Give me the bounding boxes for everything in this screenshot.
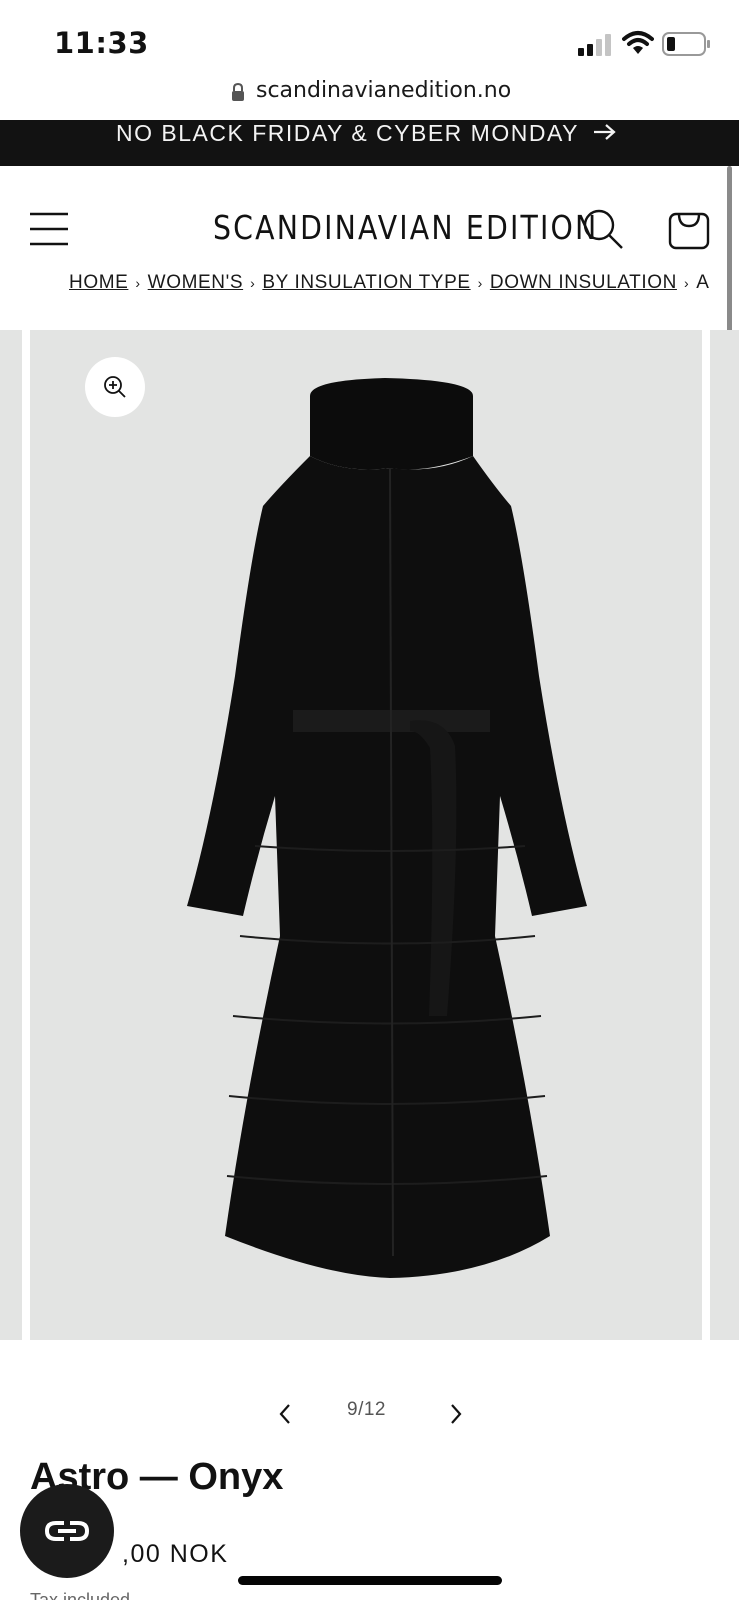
breadcrumb-separator: › — [135, 275, 141, 291]
breadcrumb-truncated-item: A — [696, 272, 710, 293]
announcement-text: NO BLACK FRIDAY & CYBER MONDAY — [116, 120, 579, 146]
breadcrumb-separator: › — [250, 275, 256, 291]
lock-icon — [232, 82, 244, 101]
browser-url-bar[interactable]: scandinavianedition.no — [0, 74, 739, 120]
announcement-bar[interactable]: NO BLACK FRIDAY & CYBER MONDAY — [0, 120, 739, 166]
shopping-bag-icon[interactable] — [668, 206, 710, 250]
status-bar: 11:33 — [0, 0, 739, 74]
breadcrumb-separator: › — [477, 275, 483, 291]
zoom-button[interactable] — [85, 357, 145, 417]
site-logo[interactable]: SCANDINAVIAN EDITION — [213, 208, 598, 247]
chat-widget-button[interactable] — [20, 1484, 114, 1578]
cellular-signal-icon — [578, 34, 611, 56]
hamburger-menu-icon[interactable] — [30, 212, 68, 246]
breadcrumb-separator: › — [683, 275, 690, 291]
previous-slide-peek[interactable] — [0, 330, 22, 1340]
site-header: SCANDINAVIAN EDITION HOME › WOMEN'S › BY INS… — [0, 166, 739, 576]
battery-low-icon — [662, 32, 710, 56]
breadcrumb-womens[interactable]: WOMEN'S — [148, 272, 243, 293]
breadcrumb-home[interactable]: HOME — [69, 272, 128, 293]
breadcrumb-down-insulation[interactable]: DOWN INSULATION — [490, 272, 677, 293]
product-gallery[interactable] — [0, 330, 739, 1340]
chevron-right-icon[interactable] — [441, 1399, 471, 1429]
chat-widget-icon — [44, 1521, 90, 1541]
arrow-right-icon — [594, 124, 616, 140]
url-text: scandinavianedition.no — [256, 78, 512, 103]
breadcrumb: HOME › WOMEN'S › BY INSULATION TYPE › DOWN INS… — [69, 272, 709, 294]
gallery-pager: 9/12 — [0, 1395, 739, 1435]
breadcrumb-insulation-type[interactable]: BY INSULATION TYPE — [262, 272, 470, 293]
product-price: ,00 NOK — [122, 1540, 229, 1568]
status-time: 11:33 — [54, 26, 149, 60]
gallery-counter: 9/12 — [347, 1399, 386, 1420]
home-indicator — [238, 1576, 502, 1585]
search-icon[interactable] — [582, 208, 624, 250]
zoom-in-icon — [104, 376, 126, 398]
black-long-down-coat-image — [187, 378, 587, 1278]
wifi-icon — [622, 31, 654, 54]
product-image[interactable] — [30, 330, 702, 1340]
next-slide-peek[interactable] — [710, 330, 739, 1340]
tax-note: Tax included — [30, 1590, 131, 1600]
chevron-left-icon[interactable] — [270, 1399, 300, 1429]
